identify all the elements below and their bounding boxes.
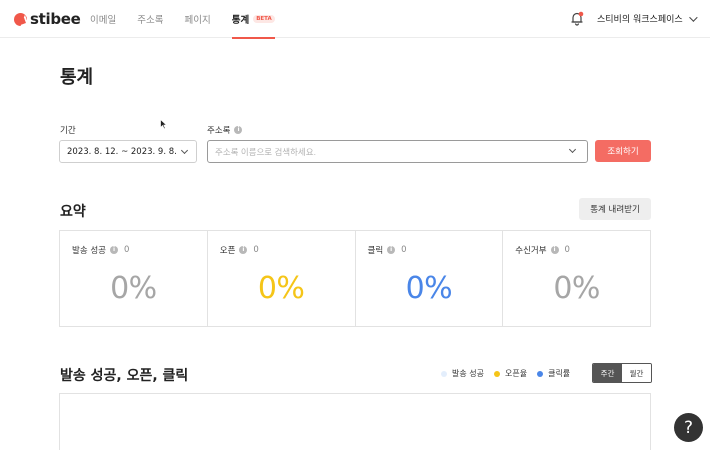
- chart-legend: 발송 성공 오픈율 클릭률: [441, 368, 580, 379]
- card-header: 수신거부 i 0: [515, 244, 570, 256]
- bell-icon[interactable]: [570, 11, 584, 26]
- stibee-logo-icon: [14, 12, 27, 26]
- nav-item-statistics[interactable]: 통계 BETA: [231, 0, 275, 39]
- mouse-cursor-icon: [160, 119, 168, 130]
- main-nav: 이메일 주소록 페이지 통계 BETA: [90, 0, 296, 39]
- card-header: 오픈 i 0: [220, 244, 259, 256]
- summary-card-delivered: 발송 성공 i 0 0%: [60, 231, 208, 326]
- workspace-menu[interactable]: 스티비의 워크스페이스: [597, 12, 698, 25]
- info-icon[interactable]: i: [239, 246, 248, 254]
- period-label: 기간: [60, 126, 76, 136]
- info-icon[interactable]: i: [109, 246, 118, 254]
- nav-item-page[interactable]: 페이지: [184, 0, 210, 38]
- help-button[interactable]: ?: [674, 413, 703, 442]
- card-label: 수신거부: [515, 246, 547, 256]
- stibee-logo[interactable]: stibee: [14, 10, 81, 28]
- legend-dot: [493, 370, 500, 377]
- chart-section-title: 발송 성공, 오픈, 클릭: [60, 368, 189, 384]
- card-count: 0: [401, 245, 407, 255]
- card-percent: 0%: [110, 271, 157, 306]
- workspace-name: 스티비의 워크스페이스: [597, 15, 683, 25]
- card-count: 0: [123, 245, 130, 255]
- search-button[interactable]: 조회하기: [595, 140, 651, 162]
- beta-badge: BETA: [253, 15, 275, 23]
- top-navigation-bar: stibee 이메일 주소록 페이지 통계 BETA 스티비의 워크스페이스: [0, 0, 710, 39]
- card-header: 클릭 i 0: [368, 244, 407, 256]
- card-count: 0: [253, 245, 259, 255]
- summary-card-unsubscribe: 수신거부 i 0 0%: [503, 231, 650, 326]
- toggle-weekly[interactable]: 주간: [593, 364, 622, 382]
- nav-item-email[interactable]: 이메일: [90, 0, 116, 38]
- legend-label: 클릭률: [548, 369, 571, 378]
- summary-title: 요약: [60, 204, 86, 220]
- legend-item-open-rate: 오픈율: [493, 368, 528, 379]
- summary-cards: 발송 성공 i 0 0% 오픈 i 0 0% 클릭 i 0 0% 수신거부 i …: [59, 230, 651, 327]
- summary-card-open: 오픈 i 0 0%: [208, 231, 356, 326]
- card-percent: 0%: [405, 271, 453, 306]
- period-toggle: 주간 월간: [592, 363, 652, 383]
- legend-dot: [441, 370, 447, 377]
- info-icon[interactable]: i: [234, 126, 243, 134]
- logo-text: stibee: [30, 10, 81, 28]
- download-stats-button[interactable]: 통계 내려받기: [579, 198, 651, 220]
- toggle-monthly[interactable]: 월간: [622, 364, 651, 382]
- addressbook-label: 주소록: [207, 126, 231, 136]
- period-select[interactable]: 2023. 8. 12. ~ 2023. 9. 8.: [59, 140, 197, 163]
- card-header: 발송 성공 i 0: [72, 244, 129, 256]
- card-count: 0: [564, 245, 570, 255]
- card-label: 클릭: [367, 246, 384, 256]
- summary-card-click: 클릭 i 0 0%: [356, 231, 504, 326]
- legend-item-delivered: 발송 성공: [441, 368, 484, 379]
- legend-label: 오픈율: [504, 369, 528, 378]
- chevron-down-icon: [688, 12, 698, 22]
- addressbook-search-input[interactable]: [207, 140, 588, 163]
- period-value: 2023. 8. 12. ~ 2023. 9. 8.: [67, 146, 177, 157]
- legend-label: 발송 성공: [452, 369, 484, 378]
- chevron-down-icon: [180, 146, 189, 155]
- card-percent: 0%: [553, 271, 600, 306]
- card-label: 발송 성공: [72, 246, 106, 256]
- page-title: 통계: [60, 67, 94, 88]
- info-icon[interactable]: i: [550, 246, 559, 254]
- addressbook-label-group: 주소록 i: [207, 124, 243, 136]
- info-icon[interactable]: i: [387, 246, 396, 254]
- chart-area: [59, 393, 651, 450]
- card-percent: 0%: [257, 271, 305, 306]
- legend-dot: [537, 370, 544, 377]
- nav-item-statistics-label: 통계: [231, 15, 250, 26]
- legend-item-click-rate: 클릭률: [537, 368, 570, 379]
- card-label: 오픈: [219, 246, 236, 256]
- nav-item-addressbook[interactable]: 주소록: [137, 0, 163, 38]
